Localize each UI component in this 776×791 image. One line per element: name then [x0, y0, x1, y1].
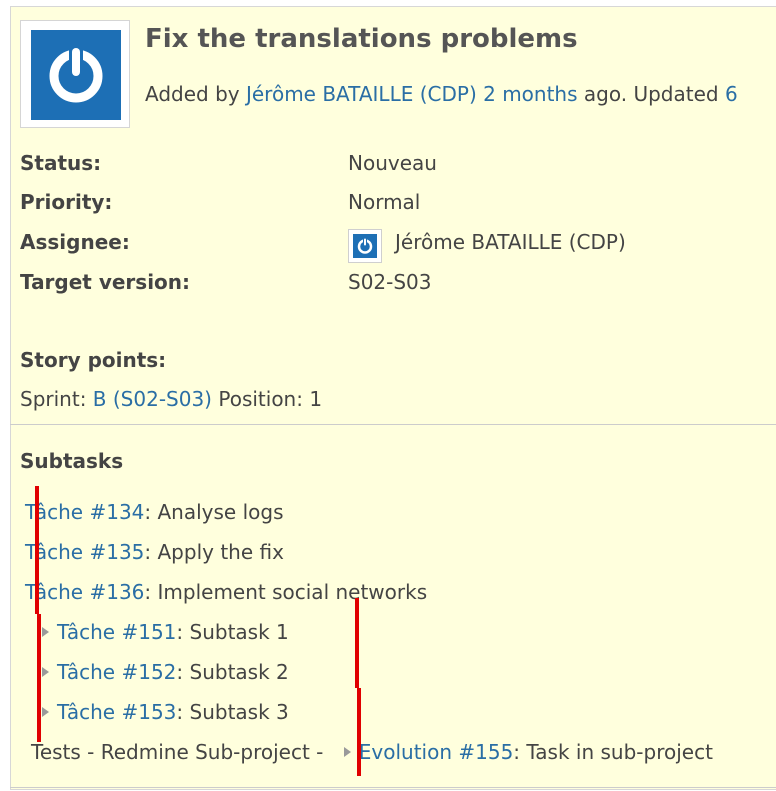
arrow-right-icon: [42, 627, 49, 637]
target-version-link[interactable]: S02-S03: [348, 270, 432, 294]
subtasks-heading: Subtasks: [20, 449, 124, 473]
priority-label: Priority:: [20, 190, 113, 214]
arrow-right-icon: [42, 707, 49, 717]
subtask-subject: : Task in sub-project: [513, 740, 713, 764]
arrow-right-icon: [343, 747, 351, 757]
annotation-line: [37, 614, 41, 742]
subproject-subtask-row: Tests - Redmine Sub-project - Evolution …: [31, 740, 713, 764]
subtask-link[interactable]: Evolution #155: [359, 740, 514, 764]
updated-ago-link[interactable]: 6: [725, 82, 738, 106]
subtask-link[interactable]: Tâche #152: [57, 660, 176, 684]
subtask-subject: : Subtask 1: [176, 620, 289, 644]
arrow-right-icon: [42, 667, 49, 677]
target-version-label: Target version:: [20, 270, 191, 294]
bottom-divider: [10, 787, 776, 788]
assignee-link[interactable]: Jérôme BATAILLE (CDP): [395, 230, 626, 254]
status-value: Nouveau: [348, 151, 437, 175]
subtask-subject: : Implement social networks: [144, 580, 428, 604]
annotation-line: [355, 598, 359, 688]
assignee-avatar: [348, 229, 382, 263]
annotation-line: [35, 486, 39, 614]
subtask-row: Tâche #151: Subtask 1: [42, 620, 289, 644]
story-points-label: Story points:: [20, 348, 167, 372]
subtask-link[interactable]: Tâche #153: [57, 700, 176, 724]
annotation-line: [357, 688, 361, 776]
subtask-subject: : Analyse logs: [144, 500, 284, 524]
subproject-prefix: Tests - Redmine Sub-project -: [31, 740, 324, 764]
position-text: Position: 1: [218, 387, 323, 411]
assignee-label: Assignee:: [20, 230, 130, 254]
updated-label: ago. Updated: [583, 82, 719, 106]
subtask-subject: : Apply the fix: [144, 540, 284, 564]
subtask-subject: : Subtask 2: [176, 660, 289, 684]
priority-value: Normal: [348, 190, 421, 214]
sprint-label: Sprint:: [20, 387, 87, 411]
created-ago-link[interactable]: 2 months: [483, 82, 577, 106]
sprint-line: Sprint: B (S02-S03) Position: 1: [20, 387, 322, 411]
subtask-row: Tâche #136: Implement social networks: [25, 580, 427, 604]
added-by-label: Added by: [145, 82, 240, 106]
author-link[interactable]: Jérôme BATAILLE (CDP): [246, 82, 477, 106]
subtask-link[interactable]: Tâche #151: [57, 620, 176, 644]
sprint-link[interactable]: B (S02-S03): [93, 387, 212, 411]
section-divider: [10, 424, 776, 425]
power-icon: [353, 234, 377, 258]
status-label: Status:: [20, 151, 102, 175]
subtask-row: Tâche #153: Subtask 3: [42, 700, 289, 724]
subtask-link[interactable]: Tâche #135: [25, 540, 144, 564]
subtask-link[interactable]: Tâche #136: [25, 580, 144, 604]
subtask-row: Tâche #134: Analyse logs: [25, 500, 284, 524]
subtask-row: Tâche #152: Subtask 2: [42, 660, 289, 684]
issue-byline: Added by Jérôme BATAILLE (CDP) 2 months …: [145, 82, 738, 106]
issue-title: Fix the translations problems: [145, 24, 578, 54]
author-avatar[interactable]: [20, 20, 130, 128]
subtask-row: Tâche #135: Apply the fix: [25, 540, 284, 564]
power-icon: [31, 30, 121, 120]
subtask-link[interactable]: Tâche #134: [25, 500, 144, 524]
subtask-subject: : Subtask 3: [176, 700, 289, 724]
